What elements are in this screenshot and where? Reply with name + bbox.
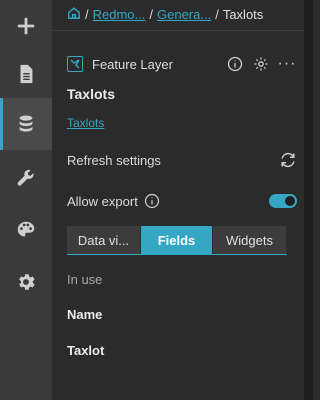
refresh-icon <box>281 152 295 168</box>
more-options-button[interactable]: ··· <box>277 54 297 74</box>
feature-layer-icon <box>67 56 83 72</box>
rail-item-add[interactable] <box>0 0 52 52</box>
page-icon <box>20 64 33 84</box>
breadcrumb-separator: / <box>215 6 219 22</box>
home-button[interactable] <box>67 6 81 23</box>
gear-icon <box>254 57 268 71</box>
breadcrumb-separator: / <box>85 6 89 22</box>
tab-widgets[interactable]: Widgets <box>213 226 287 254</box>
plus-icon <box>17 17 35 35</box>
rail-item-data[interactable] <box>0 98 52 150</box>
breadcrumb-item-current: Taxlots <box>222 6 264 22</box>
info-icon <box>144 193 159 209</box>
info-icon <box>227 56 243 72</box>
tab-bar: Data vi... Fields Widgets <box>67 226 287 254</box>
layer-settings-panel: / Redmo... / Genera... / Taxlots Feature… <box>52 0 304 400</box>
breadcrumb-item-group[interactable]: Genera... <box>157 7 211 22</box>
tab-data-view[interactable]: Data vi... <box>67 226 141 254</box>
layer-type-label: Feature Layer <box>92 56 173 72</box>
palette-icon <box>17 221 35 237</box>
rail-item-style[interactable] <box>0 204 52 256</box>
layer-header: Feature Layer ··· <box>67 54 297 74</box>
rail-item-settings[interactable] <box>0 256 52 308</box>
field-item-name[interactable]: Name <box>67 307 102 322</box>
field-item-taxlot[interactable]: Taxlot <box>67 343 104 358</box>
layer-settings-button[interactable] <box>251 54 271 74</box>
info-button[interactable] <box>225 54 245 74</box>
refresh-button[interactable] <box>279 151 297 172</box>
toggle-knob <box>285 196 295 206</box>
rail-item-page[interactable] <box>0 48 52 100</box>
rail-item-tools[interactable] <box>0 152 52 204</box>
layer-actions: ··· <box>219 54 297 74</box>
allow-export-label: Allow export <box>67 193 138 209</box>
database-icon <box>19 115 33 132</box>
layer-title: Taxlots <box>67 86 115 102</box>
in-use-section-label: In use <box>67 272 103 287</box>
layer-source-link[interactable]: Taxlots <box>67 116 104 130</box>
breadcrumb: / Redmo... / Genera... / Taxlots <box>67 5 263 23</box>
breadcrumb-item-map[interactable]: Redmo... <box>93 7 146 22</box>
refresh-settings-label: Refresh settings <box>67 152 161 168</box>
wrench-icon <box>17 169 34 186</box>
allow-export-row: Allow export <box>67 190 297 212</box>
allow-export-toggle[interactable] <box>269 194 297 208</box>
gear-icon <box>19 274 35 290</box>
scrollbar-track[interactable] <box>304 0 313 400</box>
export-info-button[interactable] <box>144 193 160 209</box>
refresh-settings-row: Refresh settings <box>67 149 297 171</box>
header-divider <box>52 30 304 31</box>
app-window: / Redmo... / Genera... / Taxlots Feature… <box>0 0 313 400</box>
breadcrumb-separator: / <box>149 6 153 22</box>
tab-fields[interactable]: Fields <box>141 226 213 254</box>
tab-underline <box>67 254 287 255</box>
left-rail <box>0 0 52 400</box>
home-icon <box>68 6 80 19</box>
